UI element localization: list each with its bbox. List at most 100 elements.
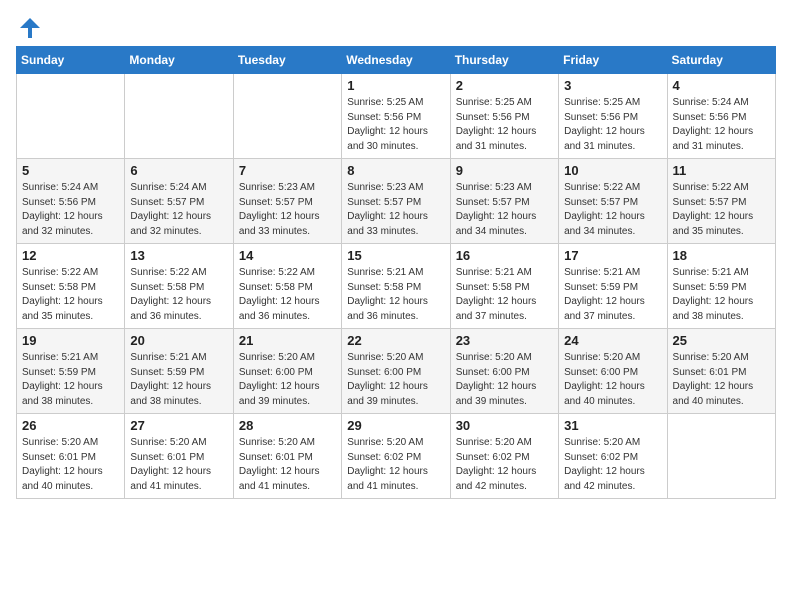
calendar-cell (233, 74, 341, 159)
day-info: Sunrise: 5:23 AM Sunset: 5:57 PM Dayligh… (239, 181, 336, 239)
day-number: 6 (130, 163, 227, 178)
day-number: 18 (673, 248, 770, 263)
calendar-cell (667, 414, 775, 499)
calendar-cell: 23 Sunrise: 5:20 AM Sunset: 6:00 PM Dayli… (450, 329, 558, 414)
calendar-week-2: 5 Sunrise: 5:24 AM Sunset: 5:56 PM Daylig… (17, 159, 776, 244)
day-number: 24 (564, 333, 661, 348)
header-monday: Monday (125, 47, 233, 74)
day-info: Sunrise: 5:21 AM Sunset: 5:59 PM Dayligh… (130, 351, 227, 409)
calendar-cell: 28 Sunrise: 5:20 AM Sunset: 6:01 PM Dayli… (233, 414, 341, 499)
calendar-week-5: 26 Sunrise: 5:20 AM Sunset: 6:01 PM Dayli… (17, 414, 776, 499)
header-friday: Friday (559, 47, 667, 74)
day-number: 25 (673, 333, 770, 348)
day-info: Sunrise: 5:20 AM Sunset: 6:01 PM Dayligh… (239, 436, 336, 494)
calendar-cell: 3 Sunrise: 5:25 AM Sunset: 5:56 PM Daylig… (559, 74, 667, 159)
day-number: 20 (130, 333, 227, 348)
day-number: 23 (456, 333, 553, 348)
day-number: 2 (456, 78, 553, 93)
day-number: 1 (347, 78, 444, 93)
day-number: 10 (564, 163, 661, 178)
day-info: Sunrise: 5:21 AM Sunset: 5:59 PM Dayligh… (673, 266, 770, 324)
calendar-cell: 13 Sunrise: 5:22 AM Sunset: 5:58 PM Dayli… (125, 244, 233, 329)
calendar-cell (17, 74, 125, 159)
header-sunday: Sunday (17, 47, 125, 74)
day-number: 28 (239, 418, 336, 433)
day-info: Sunrise: 5:22 AM Sunset: 5:58 PM Dayligh… (239, 266, 336, 324)
day-info: Sunrise: 5:23 AM Sunset: 5:57 PM Dayligh… (456, 181, 553, 239)
day-number: 14 (239, 248, 336, 263)
day-number: 31 (564, 418, 661, 433)
day-info: Sunrise: 5:20 AM Sunset: 6:02 PM Dayligh… (347, 436, 444, 494)
day-number: 27 (130, 418, 227, 433)
day-number: 13 (130, 248, 227, 263)
calendar-cell: 31Sunrise: 5:20 AM Sunset: 6:02 PM Dayli… (559, 414, 667, 499)
header-saturday: Saturday (667, 47, 775, 74)
calendar-cell: 25Sunrise: 5:20 AM Sunset: 6:01 PM Dayli… (667, 329, 775, 414)
day-info: Sunrise: 5:23 AM Sunset: 5:57 PM Dayligh… (347, 181, 444, 239)
calendar-cell: 1Sunrise: 5:25 AM Sunset: 5:56 PM Daylig… (342, 74, 450, 159)
day-info: Sunrise: 5:20 AM Sunset: 6:01 PM Dayligh… (130, 436, 227, 494)
day-number: 11 (673, 163, 770, 178)
calendar-cell: 6 Sunrise: 5:24 AM Sunset: 5:57 PM Daylig… (125, 159, 233, 244)
calendar-cell: 11 Sunrise: 5:22 AM Sunset: 5:57 PM Dayli… (667, 159, 775, 244)
day-number: 19 (22, 333, 119, 348)
day-number: 12 (22, 248, 119, 263)
day-number: 16 (456, 248, 553, 263)
calendar-header-row: SundayMondayTuesdayWednesdayThursdayFrid… (17, 47, 776, 74)
header-wednesday: Wednesday (342, 47, 450, 74)
day-info: Sunrise: 5:25 AM Sunset: 5:56 PM Dayligh… (456, 96, 553, 154)
calendar-cell: 12 Sunrise: 5:22 AM Sunset: 5:58 PM Dayli… (17, 244, 125, 329)
day-info: Sunrise: 5:24 AM Sunset: 5:57 PM Dayligh… (130, 181, 227, 239)
day-number: 5 (22, 163, 119, 178)
day-info: Sunrise: 5:20 AM Sunset: 6:02 PM Dayligh… (456, 436, 553, 494)
day-info: Sunrise: 5:20 AM Sunset: 6:00 PM Dayligh… (239, 351, 336, 409)
calendar-cell: 14 Sunrise: 5:22 AM Sunset: 5:58 PM Dayli… (233, 244, 341, 329)
calendar-cell: 9 Sunrise: 5:23 AM Sunset: 5:57 PM Daylig… (450, 159, 558, 244)
day-info: Sunrise: 5:21 AM Sunset: 5:58 PM Dayligh… (347, 266, 444, 324)
day-number: 21 (239, 333, 336, 348)
day-info: Sunrise: 5:24 AM Sunset: 5:56 PM Dayligh… (673, 96, 770, 154)
day-number: 9 (456, 163, 553, 178)
day-info: Sunrise: 5:21 AM Sunset: 5:58 PM Dayligh… (456, 266, 553, 324)
day-number: 30 (456, 418, 553, 433)
day-number: 4 (673, 78, 770, 93)
day-info: Sunrise: 5:24 AM Sunset: 5:56 PM Dayligh… (22, 181, 119, 239)
calendar-cell: 29 Sunrise: 5:20 AM Sunset: 6:02 PM Dayli… (342, 414, 450, 499)
day-info: Sunrise: 5:22 AM Sunset: 5:58 PM Dayligh… (22, 266, 119, 324)
calendar-cell: 18 Sunrise: 5:21 AM Sunset: 5:59 PM Dayli… (667, 244, 775, 329)
calendar-table: SundayMondayTuesdayWednesdayThursdayFrid… (16, 46, 776, 499)
calendar-cell: 17 Sunrise: 5:21 AM Sunset: 5:59 PM Dayli… (559, 244, 667, 329)
calendar-cell (125, 74, 233, 159)
day-info: Sunrise: 5:20 AM Sunset: 6:00 PM Dayligh… (564, 351, 661, 409)
calendar-cell: 21 Sunrise: 5:20 AM Sunset: 6:00 PM Dayli… (233, 329, 341, 414)
day-info: Sunrise: 5:21 AM Sunset: 5:59 PM Dayligh… (564, 266, 661, 324)
day-info: Sunrise: 5:20 AM Sunset: 6:01 PM Dayligh… (22, 436, 119, 494)
calendar-cell: 2 Sunrise: 5:25 AM Sunset: 5:56 PM Daylig… (450, 74, 558, 159)
calendar-cell: 30 Sunrise: 5:20 AM Sunset: 6:02 PM Dayli… (450, 414, 558, 499)
calendar-cell: 19Sunrise: 5:21 AM Sunset: 5:59 PM Dayli… (17, 329, 125, 414)
calendar-cell: 20 Sunrise: 5:21 AM Sunset: 5:59 PM Dayli… (125, 329, 233, 414)
logo (16, 16, 42, 40)
calendar-cell: 16 Sunrise: 5:21 AM Sunset: 5:58 PM Dayli… (450, 244, 558, 329)
day-number: 22 (347, 333, 444, 348)
calendar-cell: 10 Sunrise: 5:22 AM Sunset: 5:57 PM Dayli… (559, 159, 667, 244)
page-header (16, 16, 776, 40)
header-thursday: Thursday (450, 47, 558, 74)
calendar-cell: 24 Sunrise: 5:20 AM Sunset: 6:00 PM Dayli… (559, 329, 667, 414)
day-number: 17 (564, 248, 661, 263)
day-number: 26 (22, 418, 119, 433)
day-info: Sunrise: 5:22 AM Sunset: 5:57 PM Dayligh… (673, 181, 770, 239)
calendar-cell: 8Sunrise: 5:23 AM Sunset: 5:57 PM Daylig… (342, 159, 450, 244)
calendar-cell: 27 Sunrise: 5:20 AM Sunset: 6:01 PM Dayli… (125, 414, 233, 499)
calendar-cell: 22Sunrise: 5:20 AM Sunset: 6:00 PM Dayli… (342, 329, 450, 414)
header-tuesday: Tuesday (233, 47, 341, 74)
day-info: Sunrise: 5:22 AM Sunset: 5:58 PM Dayligh… (130, 266, 227, 324)
logo-icon (18, 16, 42, 40)
day-number: 3 (564, 78, 661, 93)
calendar-cell: 5 Sunrise: 5:24 AM Sunset: 5:56 PM Daylig… (17, 159, 125, 244)
day-number: 7 (239, 163, 336, 178)
day-info: Sunrise: 5:25 AM Sunset: 5:56 PM Dayligh… (564, 96, 661, 154)
day-info: Sunrise: 5:22 AM Sunset: 5:57 PM Dayligh… (564, 181, 661, 239)
day-number: 29 (347, 418, 444, 433)
day-info: Sunrise: 5:20 AM Sunset: 6:00 PM Dayligh… (456, 351, 553, 409)
